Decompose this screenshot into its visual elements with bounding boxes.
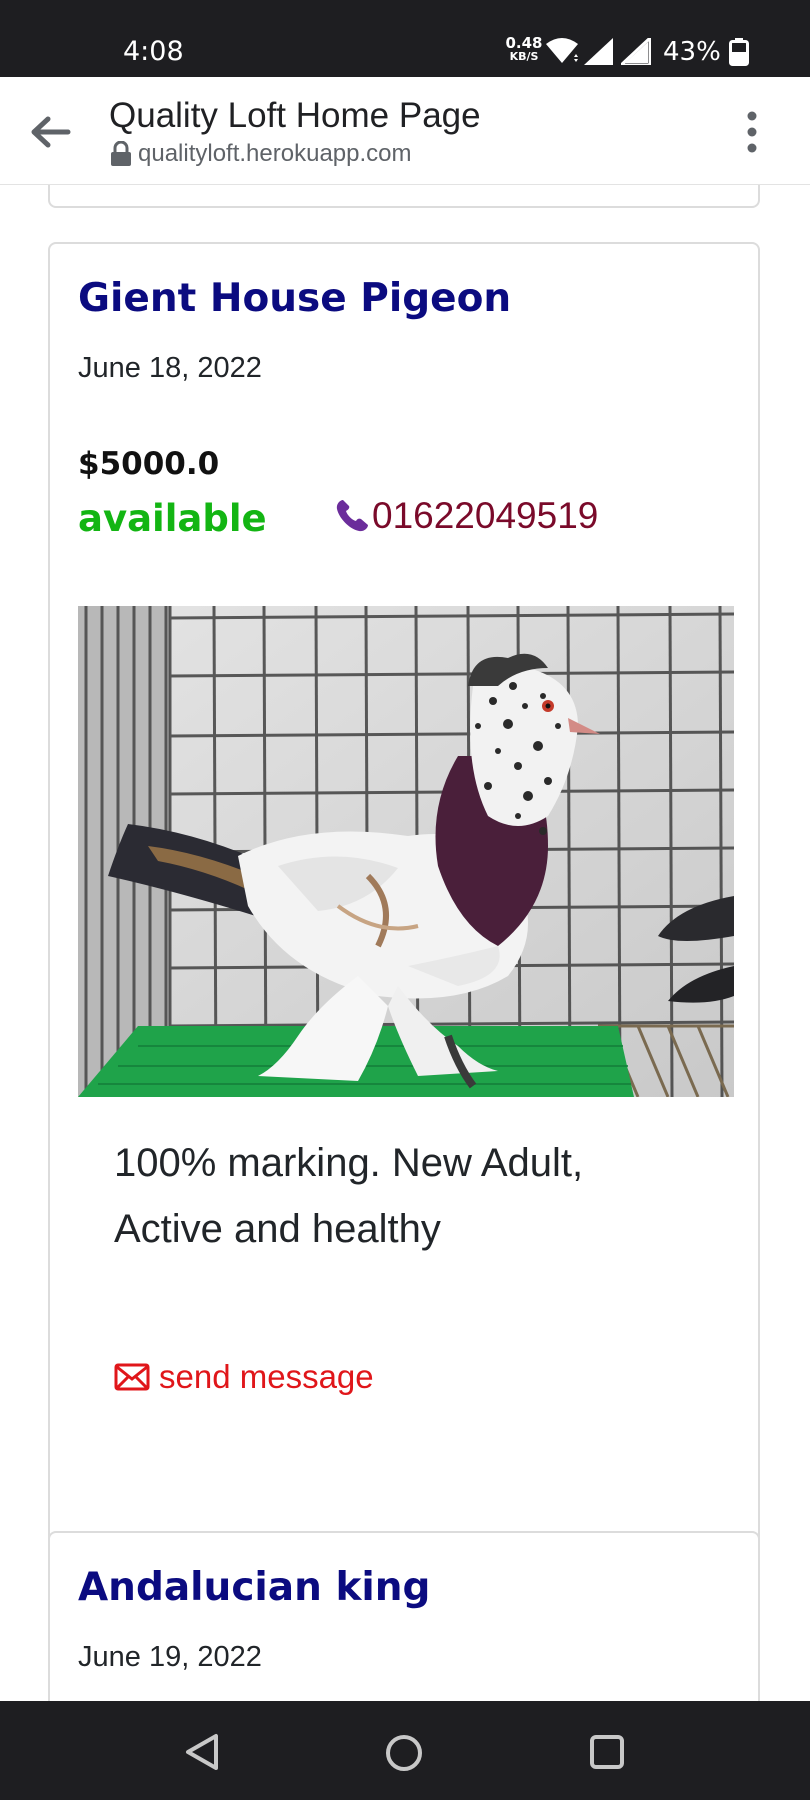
listing-title[interactable]: Andalucian king	[78, 1565, 430, 1610]
listing-description: 100% marking. New Adult, Active and heal…	[114, 1141, 584, 1251]
phone-icon	[336, 500, 368, 532]
envelope-icon	[114, 1363, 150, 1391]
url-text: qualityloft.herokuapp.com	[138, 140, 412, 167]
page-content[interactable]: Gient House Pigeon June 18, 2022 $5000.0…	[0, 185, 810, 1701]
url-bar[interactable]: qualityloft.herokuapp.com	[110, 139, 412, 169]
listing-date: June 18, 2022	[78, 352, 262, 384]
listing-price: $5000.0	[78, 446, 220, 482]
page-title[interactable]: Quality Loft Home Page	[109, 96, 481, 136]
listing-card: Gient House Pigeon June 18, 2022 $5000.0…	[48, 242, 760, 1699]
system-nav-bar	[0, 1701, 810, 1800]
signal-icon-2	[621, 38, 651, 65]
lock-icon	[111, 141, 131, 166]
listing-card: Andalucian king June 19, 2022	[48, 1531, 760, 1701]
back-arrow-icon[interactable]	[28, 113, 72, 151]
network-speed-value: 0.48	[505, 34, 543, 52]
wifi-icon	[546, 38, 578, 63]
phone-link[interactable]: 01622049519	[334, 495, 598, 537]
send-message-label[interactable]: send message	[159, 1358, 374, 1396]
kebab-menu-icon[interactable]	[737, 107, 767, 157]
battery-percent: 43%	[663, 37, 721, 67]
send-message-button[interactable]: send message	[114, 1358, 374, 1396]
nav-home-icon[interactable]	[384, 1733, 424, 1773]
nav-back-icon[interactable]	[183, 1733, 221, 1771]
listing-title[interactable]: Gient House Pigeon	[78, 276, 511, 321]
phone-number[interactable]: 01622049519	[372, 495, 598, 537]
availability-status: available	[78, 497, 267, 540]
status-time: 4:08	[123, 36, 184, 67]
listing-card-previous	[48, 185, 760, 208]
pigeon-photo	[78, 606, 734, 1097]
network-speed-unit: KB/S	[509, 50, 539, 63]
network-speed: 0.48 KB/S	[503, 34, 545, 63]
battery-icon	[729, 38, 749, 66]
browser-toolbar: Quality Loft Home Page qualityloft.herok…	[0, 77, 810, 185]
nav-recents-icon[interactable]	[589, 1734, 625, 1770]
signal-icon	[584, 38, 613, 65]
listing-date: June 19, 2022	[78, 1641, 262, 1673]
status-bar: 4:08 0.48 KB/S 43%	[0, 0, 810, 77]
